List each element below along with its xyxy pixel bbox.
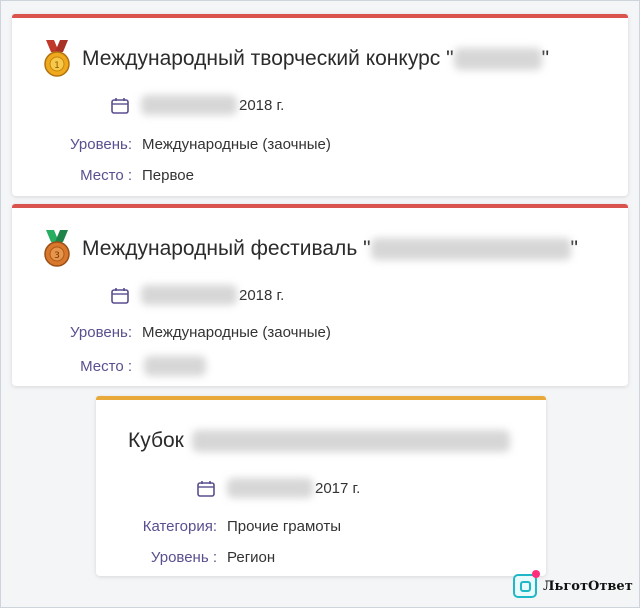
logo-text: ЛьготОтвет	[543, 578, 633, 594]
field-label: Место :	[80, 167, 132, 184]
field-label: Категория:	[142, 518, 217, 535]
redacted-title	[191, 430, 510, 452]
bronze-medal-icon: 3	[44, 230, 70, 267]
field-value: Международные (заочные)	[142, 324, 331, 341]
card-date-row: 2017 г.	[197, 478, 360, 498]
achievement-card-3: Кубок 2017 г. Категория: Прочие грамоты …	[96, 396, 546, 576]
card-title: Международный творческий конкурс "	[82, 47, 454, 70]
calendar-icon	[111, 97, 129, 114]
field-place: Место : Первое	[52, 167, 194, 184]
logo-icon	[513, 570, 540, 598]
card-date-row: 2018 г.	[111, 285, 284, 305]
field-label: Место :	[80, 357, 132, 375]
redacted-date	[141, 95, 237, 115]
field-level: Уровень : Регион	[126, 549, 275, 566]
watermark-logo: ЛьготОтвет	[513, 570, 633, 598]
field-label: Уровень:	[70, 136, 132, 153]
card-title-row: 3 Международный фестиваль " "	[40, 230, 578, 268]
field-value: Прочие грамоты	[227, 518, 341, 535]
field-label: Уровень:	[70, 324, 132, 341]
field-place: Место :	[52, 356, 206, 376]
card-title-row: Кубок	[128, 429, 510, 453]
card-date: 2017 г.	[315, 479, 361, 497]
title-quote-close: "	[541, 47, 550, 70]
title-quote-close: "	[570, 237, 579, 260]
card-title-row: 1 Международный творческий конкурс " "	[40, 40, 549, 78]
card-date: 2018 г.	[239, 96, 285, 114]
achievement-card-2: 3 Международный фестиваль " " 2018 г. Ур…	[12, 204, 628, 386]
field-value: Регион	[227, 549, 276, 566]
card-accent-bar	[12, 204, 628, 208]
redacted-date	[141, 285, 237, 305]
card-accent-bar	[96, 396, 546, 400]
redacted-date	[227, 478, 313, 498]
redacted-title	[370, 238, 571, 260]
field-value: Международные (заочные)	[142, 136, 331, 153]
achievement-card-1: 1 Международный творческий конкурс " " 2…	[12, 14, 628, 196]
field-category: Категория: Прочие грамоты	[126, 518, 341, 535]
redacted-title	[453, 48, 542, 70]
field-value: Первое	[142, 167, 194, 184]
card-date-row: 2018 г.	[111, 95, 284, 115]
card-date: 2018 г.	[239, 286, 285, 304]
field-label: Уровень :	[150, 549, 217, 566]
svg-text:1: 1	[54, 61, 60, 71]
svg-text:3: 3	[54, 251, 60, 261]
gold-medal-icon: 1	[44, 40, 70, 77]
redacted-place	[144, 356, 206, 376]
calendar-icon	[111, 287, 129, 304]
field-level: Уровень: Международные (заочные)	[52, 136, 331, 153]
calendar-icon	[197, 480, 215, 497]
card-title: Кубок	[128, 429, 184, 452]
card-accent-bar	[12, 14, 628, 18]
field-level: Уровень: Международные (заочные)	[52, 324, 331, 341]
card-title: Международный фестиваль "	[82, 237, 371, 260]
screenshot-frame: 1 Международный творческий конкурс " " 2…	[0, 0, 640, 608]
